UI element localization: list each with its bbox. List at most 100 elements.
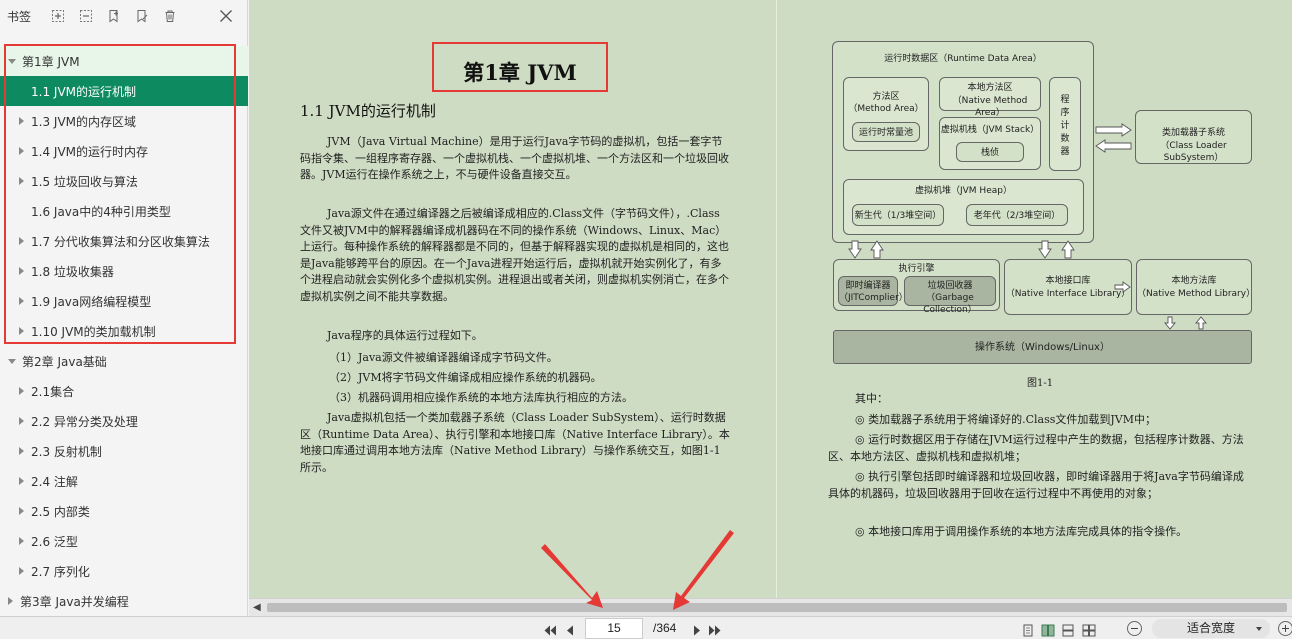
bookmark-item-label: 1.8 垃圾收集器	[31, 264, 114, 279]
last-page-icon[interactable]	[708, 622, 722, 636]
collapse-arrow-icon[interactable]	[19, 327, 24, 335]
bookmark-item-label: 2.6 泛型	[31, 534, 78, 549]
annotation-highlight-box: 第1章 JVM	[432, 42, 608, 92]
bookmark-item[interactable]: 1.6 Java中的4种引用类型	[0, 196, 248, 226]
chevron-down-icon	[1256, 627, 1262, 631]
bookmark-item[interactable]: 第3章 Java并发编程	[0, 586, 248, 616]
bookmark-item-label: 1.4 JVM的运行时内存	[31, 144, 149, 159]
bookmark-item[interactable]: 1.5 垃圾回收与算法	[0, 166, 248, 196]
bullet-item: ◎ 本地接口库用于调用操作系统的本地方法库完成具体的指令操作。	[855, 525, 1188, 538]
chapter-title: 第1章 JVM	[463, 60, 577, 85]
collapse-arrow-icon[interactable]	[19, 507, 24, 515]
first-page-icon[interactable]	[543, 622, 557, 636]
document-view[interactable]: 第1章 JVM 1.1 JVM的运行机制 JVM（Java Virtual Ma…	[249, 0, 1292, 598]
bookmark-item[interactable]: 2.7 序列化	[0, 556, 248, 586]
next-page-icon[interactable]	[690, 622, 704, 636]
expand-arrow-icon[interactable]	[8, 358, 16, 364]
page-total: /364	[653, 621, 677, 635]
collapse-arrow-icon[interactable]	[19, 387, 24, 395]
bookmark-item[interactable]: 1.8 垃圾收集器	[0, 256, 248, 286]
collapse-arrow-icon[interactable]	[19, 177, 24, 185]
bookmark-item[interactable]: 第1章 JVM	[0, 46, 248, 76]
step-item: （1）Java源文件被编译器编译成字节码文件。	[329, 351, 558, 364]
bookmark-item[interactable]: 1.10 JVM的类加载机制	[0, 316, 248, 346]
pdf-reader-window: 书签 第1章 JVM 1.1 JVM的运行机制 1.3 JVM的内存区域 1.4 JV…	[0, 0, 1292, 639]
bullet-item: ◎ 类加载器子系统用于将编译好的.Class文件加载到JVM中；	[855, 413, 1156, 426]
bookmark-tree: 第1章 JVM 1.1 JVM的运行机制 1.3 JVM的内存区域 1.4 JVM的运…	[0, 46, 248, 616]
bookmark-item[interactable]: 2.1集合	[0, 376, 248, 406]
bookmark-item-label: 1.9 Java网络编程模型	[31, 294, 152, 309]
bookmark-item-label: 2.4 注解	[31, 474, 78, 489]
step-item: （3）机器码调用相应操作系统的本地方法库执行相应的方法。	[329, 391, 633, 404]
bookmark-item[interactable]: 1.9 Java网络编程模型	[0, 286, 248, 316]
single-page-view-icon[interactable]	[1021, 622, 1035, 637]
close-icon[interactable]	[219, 8, 233, 22]
collapse-arrow-icon[interactable]	[19, 237, 24, 245]
bookmark-item[interactable]: 1.1 JVM的运行机制	[0, 76, 248, 106]
figure-caption: 图1-1	[1027, 378, 1054, 389]
scroll-left-icon[interactable]: ◀	[253, 602, 261, 613]
bookmark-item[interactable]: 1.4 JVM的运行时内存	[0, 136, 248, 166]
delete-icon[interactable]	[163, 9, 177, 23]
section-title: 1.1 JVM的运行机制	[300, 102, 436, 120]
bookmark-item-label: 第2章 Java基础	[22, 354, 107, 369]
zoom-in-icon[interactable]	[1278, 621, 1292, 636]
bookmark-item[interactable]: 2.5 内部类	[0, 496, 248, 526]
horizontal-scrollbar[interactable]: ◀	[249, 598, 1292, 616]
zoom-select[interactable]: 适合宽度	[1152, 619, 1270, 638]
continuous-view-icon[interactable]	[1061, 622, 1075, 637]
paragraph: Java程序的具体运行过程如下。	[327, 329, 483, 342]
book-view-icon[interactable]	[1082, 622, 1096, 637]
bookmark-item[interactable]: 第2章 Java基础	[0, 346, 248, 376]
bookmark-item-label: 2.1集合	[31, 384, 75, 399]
collapse-arrow-icon[interactable]	[19, 267, 24, 275]
previous-page-icon[interactable]	[563, 622, 577, 636]
bookmark-item-label: 1.5 垃圾回收与算法	[31, 174, 138, 189]
bookmark-item-label: 1.10 JVM的类加载机制	[31, 324, 156, 339]
bookmark-item-label: 1.7 分代收集算法和分区收集算法	[31, 234, 210, 249]
collapse-arrow-icon[interactable]	[19, 147, 24, 155]
bookmark-item-label: 2.7 序列化	[31, 564, 90, 579]
collapse-arrow-icon[interactable]	[19, 417, 24, 425]
paragraph: Java虚拟机包括一个类加载器子系统（Class Loader SubSyste…	[300, 411, 730, 474]
zoom-out-icon[interactable]	[1127, 621, 1142, 636]
bookmark-edit-icon[interactable]	[135, 9, 149, 23]
expand-arrow-icon[interactable]	[8, 58, 16, 64]
paragraph: JVM（Java Virtual Machine）是用于运行Java字节码的虚拟…	[300, 135, 729, 182]
page-divider	[776, 0, 777, 598]
collapse-arrow-icon[interactable]	[19, 447, 24, 455]
bookmark-item[interactable]: 2.4 注解	[0, 466, 248, 496]
jvm-architecture-diagram: 运行时数据区（Runtime Data Area） 方法区 （Method Ar…	[832, 41, 1255, 366]
bullet-item: ◎ 运行时数据区用于存储在JVM运行过程中产生的数据，包括程序计数器、方法区、本…	[828, 433, 1244, 463]
bookmark-item-label: 2.3 反射机制	[31, 444, 102, 459]
bookmark-item[interactable]: 2.3 反射机制	[0, 436, 248, 466]
bookmark-item[interactable]: 1.7 分代收集算法和分区收集算法	[0, 226, 248, 256]
page-number-input[interactable]: 15	[585, 618, 643, 639]
bookmark-panel: 书签 第1章 JVM 1.1 JVM的运行机制 1.3 JVM的内存区域 1.4 JV…	[0, 0, 248, 616]
add-bookmark-icon[interactable]	[107, 9, 121, 23]
bookmark-item[interactable]: 1.3 JVM的内存区域	[0, 106, 248, 136]
collapse-arrow-icon[interactable]	[8, 597, 13, 605]
collapse-arrow-icon[interactable]	[19, 537, 24, 545]
step-item: （2）JVM将字节码文件编译成相应操作系统的机器码。	[329, 371, 602, 384]
bookmark-toolbar: 书签	[0, 0, 247, 32]
collapse-all-icon[interactable]	[79, 9, 93, 23]
collapse-arrow-icon[interactable]	[19, 297, 24, 305]
bullet-item: ◎ 执行引擎包括即时编译器和垃圾回收器，即时编译器用于将Java字节码编译成具体…	[828, 470, 1244, 500]
paragraph: Java源文件在通过编译器之后被编译成相应的.Class文件（字节码文件），.C…	[300, 207, 729, 303]
bookmark-panel-title: 书签	[7, 9, 32, 24]
bookmark-item-label: 1.1 JVM的运行机制	[31, 84, 137, 99]
collapse-arrow-icon[interactable]	[19, 117, 24, 125]
two-page-view-icon[interactable]	[1041, 622, 1055, 637]
collapse-arrow-icon[interactable]	[19, 477, 24, 485]
bookmark-item-label: 1.6 Java中的4种引用类型	[31, 204, 171, 219]
diagram-arrows	[848, 123, 1207, 330]
zoom-value: 适合宽度	[1186, 621, 1235, 635]
bookmark-item[interactable]: 2.6 泛型	[0, 526, 248, 556]
expand-all-icon[interactable]	[51, 9, 65, 23]
bookmark-item-label: 1.3 JVM的内存区域	[31, 114, 137, 129]
scrollbar-thumb[interactable]	[267, 603, 1287, 612]
bookmark-item-label: 第1章 JVM	[22, 54, 80, 69]
bookmark-item[interactable]: 2.2 异常分类及处理	[0, 406, 248, 436]
collapse-arrow-icon[interactable]	[19, 567, 24, 575]
